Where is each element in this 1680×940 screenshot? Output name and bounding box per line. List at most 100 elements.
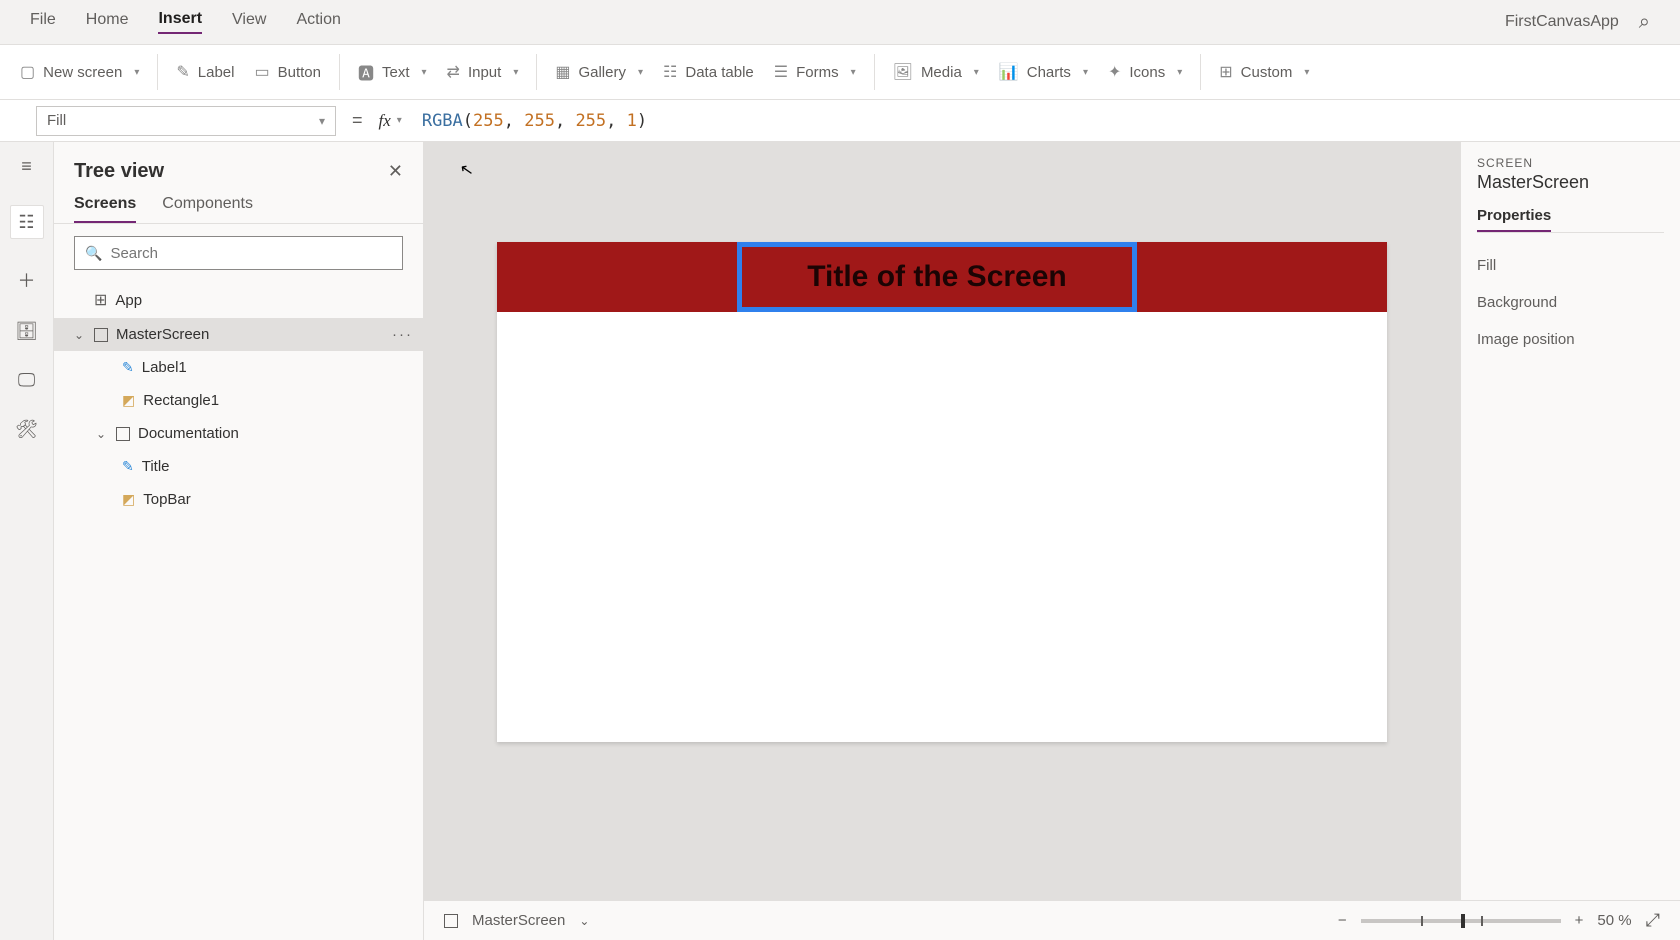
screen-icon: [444, 914, 458, 928]
tree-node-label1[interactable]: ✎ Label1: [54, 351, 423, 384]
chevron-down-icon: ▾: [134, 67, 139, 78]
icons-button[interactable]: ✦ Icons ▾: [1098, 62, 1192, 82]
formula-fn: RGBA: [422, 111, 463, 131]
zoom-value: 50 %: [1597, 912, 1631, 929]
formula-expression[interactable]: RGBA(255, 255, 255, 1): [422, 111, 647, 131]
data-icon[interactable]: 🗄: [15, 321, 38, 342]
app-name: FirstCanvasApp: [1505, 13, 1619, 31]
zoom-out-button[interactable]: −: [1338, 912, 1347, 929]
prop-fill[interactable]: Fill: [1477, 247, 1664, 284]
formula-bar: Fill ▾ = fx ▾ RGBA(255, 255, 255, 1): [0, 100, 1680, 142]
table-icon: ☷: [663, 62, 677, 82]
menu-file[interactable]: File: [30, 11, 56, 33]
caret-down-icon[interactable]: ⌄: [74, 328, 86, 342]
chevron-down-icon: ▾: [974, 67, 979, 78]
search-field[interactable]: [110, 245, 392, 262]
charts-button[interactable]: 📊 Charts ▾: [989, 62, 1098, 82]
menu-home[interactable]: Home: [86, 11, 129, 33]
property-name: Fill: [47, 112, 66, 129]
rectangle-icon: ◩: [122, 491, 135, 508]
menu-bar: File Home Insert View Action FirstCanvas…: [0, 0, 1680, 45]
tree-tabs: Screens Components: [54, 191, 423, 224]
form-icon: ☰: [774, 62, 788, 82]
menu-view[interactable]: View: [232, 11, 266, 33]
text-button[interactable]: 🅰 Text ▾: [348, 60, 437, 84]
tree-node-topbar[interactable]: ◩ TopBar: [54, 483, 423, 516]
chevron-down-icon[interactable]: ▾: [397, 115, 402, 126]
screen-icon: ▢: [20, 62, 35, 82]
caret-down-icon[interactable]: ⌄: [96, 427, 108, 441]
tree-node-app[interactable]: ⊞ App: [54, 282, 423, 318]
menu-action[interactable]: Action: [296, 11, 340, 33]
forms-button[interactable]: ☰ Forms ▾: [764, 62, 866, 82]
button-button[interactable]: ▭ Button: [244, 62, 331, 82]
tree-node-title[interactable]: ✎ Title: [54, 450, 423, 483]
close-icon[interactable]: ✕: [388, 161, 403, 182]
canvas-screen[interactable]: Title of the Screen: [497, 242, 1387, 742]
icons-icon: ✦: [1108, 62, 1121, 82]
canvas-title-label[interactable]: Title of the Screen: [737, 242, 1137, 312]
input-button[interactable]: ⇄ Input ▾: [437, 62, 529, 82]
chart-icon: 📊: [999, 62, 1019, 82]
zoom-in-button[interactable]: +: [1575, 912, 1584, 929]
left-rail: ≡ ☷ ＋ 🗄 🖵 🛠: [0, 142, 54, 940]
tree-node-rectangle1[interactable]: ◩ Rectangle1: [54, 384, 423, 417]
property-selector[interactable]: Fill ▾: [36, 106, 336, 136]
tree-node-masterscreen[interactable]: ⌄ MasterScreen ···: [54, 318, 423, 351]
chevron-down-icon[interactable]: ⌄: [579, 914, 589, 928]
properties-panel: SCREEN MasterScreen Properties Fill Back…: [1460, 142, 1680, 940]
gallery-button[interactable]: ▦ Gallery ▾: [545, 62, 653, 82]
fx-label[interactable]: fx: [379, 111, 391, 131]
text-icon: 🅰: [358, 60, 374, 84]
chevron-down-icon: ▾: [851, 67, 856, 78]
prop-background[interactable]: Background: [1477, 284, 1664, 321]
tab-properties[interactable]: Properties: [1477, 207, 1551, 232]
tree-view-icon[interactable]: ☷: [10, 205, 44, 239]
tab-screens[interactable]: Screens: [74, 195, 136, 223]
new-screen-button[interactable]: ▢ New screen ▾: [10, 62, 149, 82]
menu-insert[interactable]: Insert: [158, 10, 202, 34]
panel-header: SCREEN: [1477, 156, 1664, 170]
add-icon[interactable]: ＋: [18, 267, 36, 293]
tools-icon[interactable]: 🛠: [15, 419, 38, 440]
canvas-area[interactable]: ↖ Title of the Screen: [424, 142, 1460, 900]
media-icon: 🖼: [893, 62, 913, 82]
new-screen-label: New screen: [43, 64, 122, 81]
app-icon: ⊞: [94, 290, 107, 310]
tree-node-documentation[interactable]: ⌄ Documentation: [54, 417, 423, 450]
media-rail-icon[interactable]: 🖵: [18, 370, 35, 391]
status-bar: MasterScreen ⌄ − + 50 % ⤢: [424, 900, 1680, 940]
hamburger-icon[interactable]: ≡: [21, 156, 32, 177]
chevron-down-icon: ▾: [638, 67, 643, 78]
tree-panel: Tree view ✕ Screens Components 🔍 ⊞ App ⌄…: [54, 142, 424, 940]
chevron-down-icon: ▾: [1083, 67, 1088, 78]
chevron-down-icon: ▾: [1177, 67, 1182, 78]
button-icon: ▭: [254, 62, 269, 82]
chevron-down-icon: ▾: [513, 67, 518, 78]
label-icon: ✎: [122, 458, 134, 475]
screen-icon: [116, 427, 130, 441]
label-button[interactable]: ✎ Label: [166, 62, 244, 82]
rectangle-icon: ◩: [122, 392, 135, 409]
ribbon-bar: ▢ New screen ▾ ✎ Label ▭ Button 🅰 Text ▾…: [0, 45, 1680, 100]
data-table-button[interactable]: ☷ Data table: [653, 62, 764, 82]
cursor-icon: ↖: [458, 159, 475, 181]
panel-screen-name: MasterScreen: [1477, 172, 1664, 193]
more-icon[interactable]: ···: [392, 326, 413, 343]
custom-icon: ⊞: [1219, 62, 1232, 82]
search-input[interactable]: 🔍: [74, 236, 403, 270]
expand-icon[interactable]: ⤢: [1646, 910, 1660, 931]
tree-title: Tree view: [74, 160, 164, 183]
label-icon: ✎: [176, 62, 189, 82]
search-icon: 🔍: [85, 245, 102, 262]
screen-icon: [94, 328, 108, 342]
diagnostics-icon[interactable]: ⌕: [1639, 11, 1650, 34]
zoom-slider[interactable]: [1361, 919, 1561, 923]
media-button[interactable]: 🖼 Media ▾: [883, 62, 989, 82]
custom-button[interactable]: ⊞ Custom ▾: [1209, 62, 1319, 82]
tab-components[interactable]: Components: [162, 195, 253, 223]
equals-sign: =: [352, 110, 363, 131]
chevron-down-icon: ▾: [319, 114, 325, 128]
status-screen-name[interactable]: MasterScreen: [472, 912, 565, 929]
prop-image-pos[interactable]: Image position: [1477, 321, 1664, 358]
